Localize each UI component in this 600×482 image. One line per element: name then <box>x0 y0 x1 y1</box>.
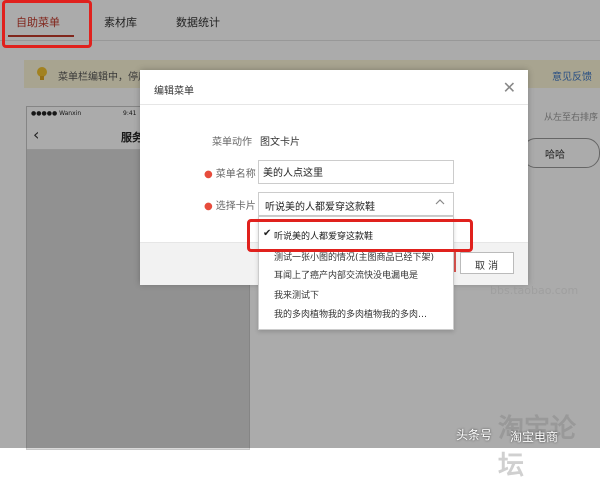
cancel-label: 取 消 <box>475 261 499 272</box>
close-icon[interactable]: ✕ <box>503 80 516 96</box>
dropdown-option[interactable]: 我的多肉植物我的多肉植物我的多肉… <box>259 304 453 322</box>
card-select[interactable]: 听说美的人都爱穿这款鞋 <box>258 192 454 216</box>
watermark-source: 头条号 <box>456 428 493 442</box>
chevron-up-icon <box>435 199 445 205</box>
select-card-label: 选择卡片 <box>215 201 256 212</box>
dropdown-option-label: 我的多肉植物我的多肉植物我的多肉… <box>274 310 428 320</box>
watermark-logo: 淘宝论坛 <box>498 414 577 481</box>
dropdown-option-label: 耳闻上了癌产内部交流快没电漏电是 <box>274 271 419 281</box>
highlight-box-option <box>247 219 473 252</box>
dropdown-option-label: 我来测试下 <box>274 291 320 301</box>
card-select-value: 听说美的人都爱穿这款鞋 <box>265 202 375 213</box>
required-marker: ● <box>204 201 213 212</box>
watermark-domain: bbs.taobao.com <box>490 284 579 297</box>
highlight-box-tab <box>2 0 92 48</box>
menu-name-label: 菜单名称 <box>215 169 256 180</box>
menu-action-value: 图文卡片 <box>260 137 300 148</box>
menu-action-label: 菜单动作 <box>212 137 252 148</box>
dropdown-option[interactable]: 耳闻上了癌产内部交流快没电漏电是 <box>259 265 453 283</box>
dialog-title: 编辑菜单 <box>154 86 194 97</box>
select-card-label-row: ● 选择卡片 <box>204 197 256 212</box>
cancel-button[interactable]: 取 消 <box>460 252 514 274</box>
menu-name-field[interactable] <box>258 160 454 184</box>
watermark-author: 淘宝电商 <box>510 430 559 444</box>
menu-name-label-row: ● 菜单名称 <box>204 165 256 180</box>
dialog-divider <box>140 104 528 105</box>
dropdown-option[interactable]: 我来测试下 <box>259 285 453 303</box>
menu-name-input[interactable] <box>263 161 449 181</box>
required-marker: ● <box>204 169 213 180</box>
